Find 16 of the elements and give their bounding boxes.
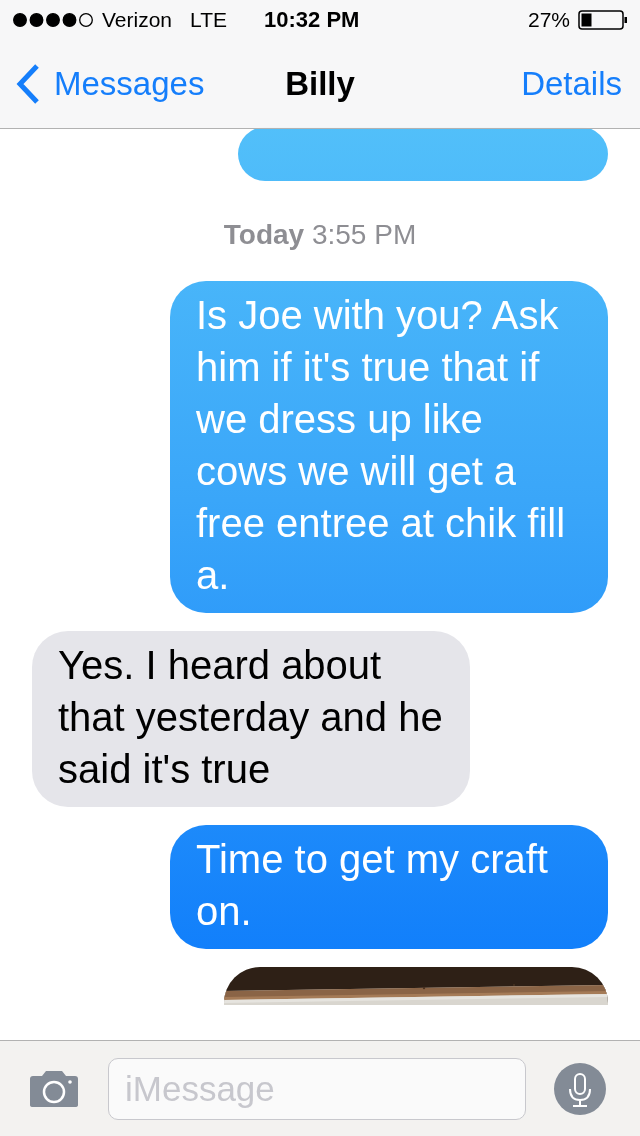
timestamp: Today 3:55 PM bbox=[222, 219, 418, 251]
chevron-left-icon bbox=[16, 63, 40, 105]
conversation-title: Billy bbox=[285, 65, 355, 103]
signal-icon bbox=[12, 12, 94, 28]
sent-message-bubble: Time to get my craft on. bbox=[170, 825, 608, 949]
battery-percent: 27% bbox=[527, 8, 570, 32]
network-type: LTE bbox=[190, 8, 227, 32]
received-message-bubble: Yes. I heard about that yesterday and he said it's true bbox=[32, 631, 470, 807]
microphone-icon[interactable] bbox=[554, 1062, 606, 1115]
battery-icon bbox=[578, 10, 628, 30]
sent-message-bubble: Is Joe with you? Ask him if it's true that if we dress up like cows we will get a free entree at chik fill a. bbox=[170, 281, 608, 613]
camera-icon[interactable] bbox=[28, 1069, 80, 1108]
clock: 10:32 PM bbox=[264, 7, 360, 33]
details-button[interactable]: Details bbox=[521, 65, 622, 103]
back-button[interactable]: Messages bbox=[16, 63, 205, 105]
carrier-name: Verizon bbox=[102, 8, 173, 32]
